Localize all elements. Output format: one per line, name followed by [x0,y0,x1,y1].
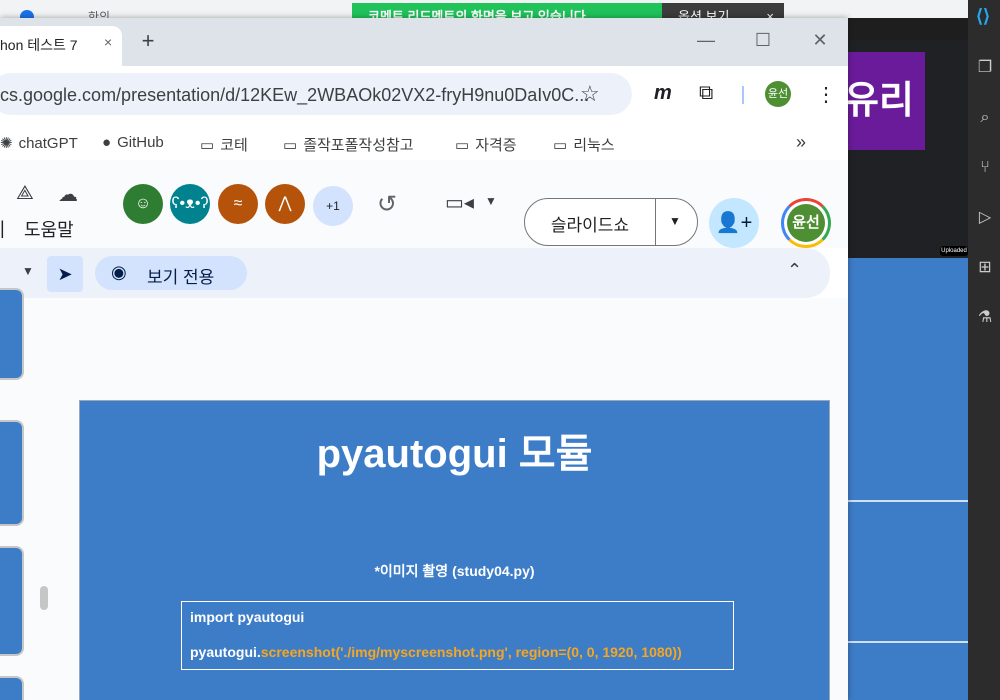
slides-toolbar: ▼ ➤ ◉ 보기 전용 ⌃ [0,248,830,298]
extensions-puzzle-icon[interactable]: ⧉ [699,82,713,105]
slide-thumbnail[interactable] [0,288,24,380]
slide-thumbnail[interactable] [0,676,24,700]
code-line: import pyautogui [190,609,305,625]
tab-close-icon[interactable]: × [104,34,112,50]
slideshow-divider [655,199,656,245]
vscode-activity-bar: ⟨⟩ ❐ ⌕ ⑂ ▷ ⊞ ⚗ [968,0,1000,700]
folder-icon: ▭ [455,136,470,154]
browser-toolbar: cs.google.com/presentation/d/12KEw_2WBAO… [0,66,848,128]
code-prefix: pyautogui. [190,644,261,660]
slide-canvas: pyautogui 모듈 *이미지 촬영 (study04.py) import… [79,400,830,700]
extension-m-icon[interactable]: m [654,82,672,105]
collaborator-avatar[interactable]: ≈ [218,184,258,224]
slideshow-button[interactable]: 슬라이드쇼 ▼ [524,198,698,246]
collaborator-avatar[interactable]: ☺ [123,184,163,224]
background-divider [848,641,968,643]
slide-thumbnail[interactable] [0,546,24,656]
extensions-icon[interactable]: ⊞ [975,258,995,278]
minimize-button[interactable]: — [694,30,718,51]
more-collaborators-button[interactable]: +1 [313,186,353,226]
help-menu[interactable]: 도움말 [24,216,74,242]
tab-active[interactable]: hon 테스트 7 × [0,26,122,66]
testing-icon[interactable]: ⚗ [975,308,995,328]
menu-fragment: | [0,218,5,238]
bookmark-label: 졸작포폴작성참고 [303,137,414,154]
bookmark-label: GitHub [117,134,164,151]
slide-subtitle: *이미지 촬영 (study04.py) [374,563,535,579]
view-only-label: 보기 전용 [147,268,215,287]
drive-add-icon[interactable]: ⟁ [16,182,34,205]
bookmark-star-icon[interactable]: ☆ [580,81,600,107]
bookmark-label: 코테 [220,137,248,154]
bookmark-github[interactable]: ● GitHub [102,134,164,151]
bookmark-folder-certificate[interactable]: ▭ 자격증 [455,134,517,155]
folder-icon: ▭ [200,136,215,154]
bookmarks-bar: ✺ chatGPT ● GitHub ▭ 코테 ▭ 졸작포폴작성참고 ▭ 자격증… [0,128,848,160]
bookmark-folder-portfolio[interactable]: ▭ 졸작포폴작성참고 [283,134,414,155]
openai-icon: ✺ [0,135,13,152]
chevron-down-icon[interactable]: ▼ [485,194,497,208]
folder-icon: ▭ [283,136,298,154]
maximize-button[interactable]: ☐ [751,30,775,51]
url-text[interactable]: cs.google.com/presentation/d/12KEw_2WBAO… [0,85,589,106]
account-initials: 윤선 [787,204,825,242]
version-history-icon[interactable]: ↺ [377,190,397,219]
collaborator-avatar[interactable]: ʕ•ᴥ•ʔ [170,184,210,224]
filmstrip-scrollbar[interactable] [40,586,48,610]
bookmark-folder-linux[interactable]: ▭ 리눅스 [553,134,615,155]
collapse-toolbar-icon[interactable]: ⌃ [787,260,802,281]
view-only-button[interactable]: ◉ 보기 전용 [95,256,247,290]
new-tab-button[interactable]: + [137,27,159,55]
explorer-icon[interactable]: ❐ [975,58,995,78]
meet-camera-icon[interactable]: ▭◂ [445,190,474,215]
folder-icon: ▭ [553,136,568,154]
collaborator-avatar[interactable]: ⋀ [265,184,305,224]
eye-icon: ◉ [111,262,127,282]
background-slide-panel [848,258,968,700]
slideshow-label: 슬라이드쇼 [550,216,630,235]
browser-profile-avatar[interactable]: 윤선 [765,81,791,107]
background-purple-banner: 유리 [848,52,925,150]
background-divider [848,500,968,502]
source-control-icon[interactable]: ⑂ [975,158,995,178]
run-debug-icon[interactable]: ▷ [975,208,995,228]
close-window-button[interactable]: ✕ [808,30,832,51]
address-bar[interactable]: cs.google.com/presentation/d/12KEw_2WBAO… [0,73,632,115]
chrome-window: hon 테스트 7 × + — ☐ ✕ cs.google.com/presen… [0,18,848,700]
slide-thumbnail[interactable] [0,420,24,526]
search-icon[interactable]: ⌕ [975,108,995,128]
tab-title: hon 테스트 7 [0,37,78,53]
bookmark-chatgpt[interactable]: ✺ chatGPT [0,134,78,153]
chevron-down-icon[interactable]: ▼ [22,264,34,278]
code-line: pyautogui.screenshot('./img/myscreenshot… [190,644,682,660]
account-avatar[interactable]: 윤선 [781,198,831,248]
slide-title: pyautogui 모듈 [316,432,593,476]
code-box: import pyautogui pyautogui.screenshot('.… [181,601,734,670]
tab-strip: hon 테스트 7 × + — ☐ ✕ [0,18,848,66]
code-call: screenshot('./img/myscreenshot.png', reg… [260,644,682,660]
bookmark-folder-kote[interactable]: ▭ 코테 [200,134,248,155]
select-pointer-icon[interactable]: ➤ [47,256,83,292]
bookmark-label: 리눅스 [573,137,615,154]
slideshow-options-icon[interactable]: ▼ [669,214,681,228]
background-purple-text: 유리 [848,80,914,122]
vscode-logo-icon: ⟨⟩ [975,6,991,26]
slides-app-bar: ⟁ ☁ | 도움말 ☺ ʕ•ᴥ•ʔ ≈ ⋀ +1 ↺ ▭◂ ▼ 슬라이드쇼 ▼ … [0,160,848,248]
bookmark-label: chatGPT [18,134,78,152]
cloud-saved-icon[interactable]: ☁ [58,182,78,207]
editor-workspace: pyautogui 모듈 *이미지 촬영 (study04.py) import… [0,288,848,700]
background-chip: Uploaded [940,246,968,256]
browser-menu-icon[interactable]: ⋮ [816,82,836,107]
bookmark-label: 자격증 [475,137,517,154]
github-icon: ● [102,134,112,151]
toolbar-separator [742,86,744,104]
share-add-person-icon[interactable]: 👤+ [709,198,759,248]
bookmarks-overflow-icon[interactable]: » [796,132,806,153]
